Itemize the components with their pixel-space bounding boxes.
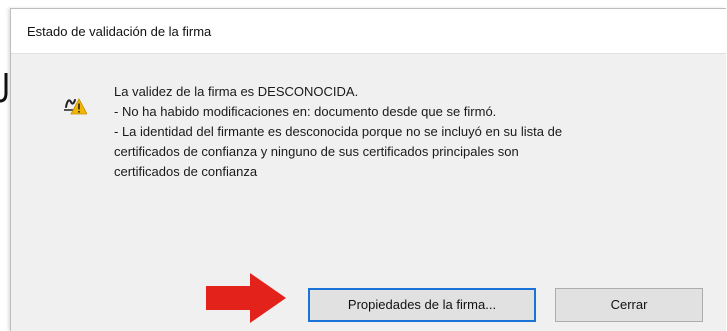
message-line-modifications: - No ha habido modificaciones en: docume…	[114, 104, 497, 119]
background-partial-glyph	[0, 71, 10, 105]
signature-validation-dialog: Estado de validación de la firma La vali…	[10, 8, 726, 331]
dialog-title: Estado de validación de la firma	[27, 24, 212, 39]
signature-properties-button[interactable]: Propiedades de la firma...	[308, 288, 536, 322]
message-line-identity-end: certificados de confianza	[114, 164, 258, 179]
message-line-status: La validez de la firma es DESCONOCIDA.	[114, 84, 359, 99]
validation-message: La validez de la firma es DESCONOCIDA. -…	[114, 82, 704, 182]
signature-warning-icon	[63, 93, 88, 115]
dialog-titlebar: Estado de validación de la firma	[11, 9, 726, 54]
close-button[interactable]: Cerrar	[555, 288, 703, 322]
message-line-identity-cont: certificados de confianza y ninguno de s…	[114, 144, 519, 159]
message-line-identity: - La identidad del firmante es desconoci…	[114, 124, 563, 139]
red-arrow-icon	[204, 273, 286, 323]
